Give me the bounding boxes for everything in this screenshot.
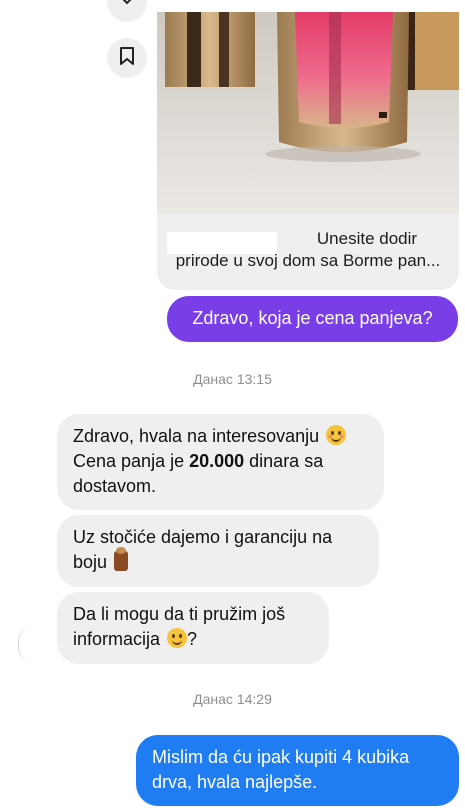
save-post-button[interactable]: [107, 38, 147, 78]
timestamp: Данас 13:15: [193, 371, 272, 387]
wood-log-icon: [114, 547, 129, 571]
timestamp: Данас 14:29: [193, 691, 272, 707]
shared-post-card[interactable]: Unesite dodir prirode u svoj dom sa Borm…: [157, 12, 459, 290]
post-image: [157, 12, 459, 214]
bookmark-icon: [118, 46, 136, 71]
chevron-down-icon: [120, 0, 134, 11]
post-caption: Unesite dodir prirode u svoj dom sa Borm…: [157, 228, 459, 272]
share-button[interactable]: [107, 0, 147, 22]
incoming-message[interactable]: Zdravo, hvala na interesovanju Cena panj…: [57, 414, 384, 510]
outgoing-message[interactable]: Zdravo, koja je cena panjeva?: [167, 296, 458, 342]
incoming-message[interactable]: Uz stočiće dajemo i garanciju na boju: [57, 515, 379, 587]
redacted-username: [167, 232, 277, 254]
outgoing-message[interactable]: Mislim da ću ipak kupiti 4 kubika drva, …: [136, 735, 459, 806]
slightly-smiling-face-icon: [167, 628, 188, 648]
smiling-face-icon: [326, 425, 347, 445]
avatar: [18, 628, 47, 662]
incoming-message[interactable]: Da li mogu da ti pružim još informacija …: [57, 592, 329, 664]
